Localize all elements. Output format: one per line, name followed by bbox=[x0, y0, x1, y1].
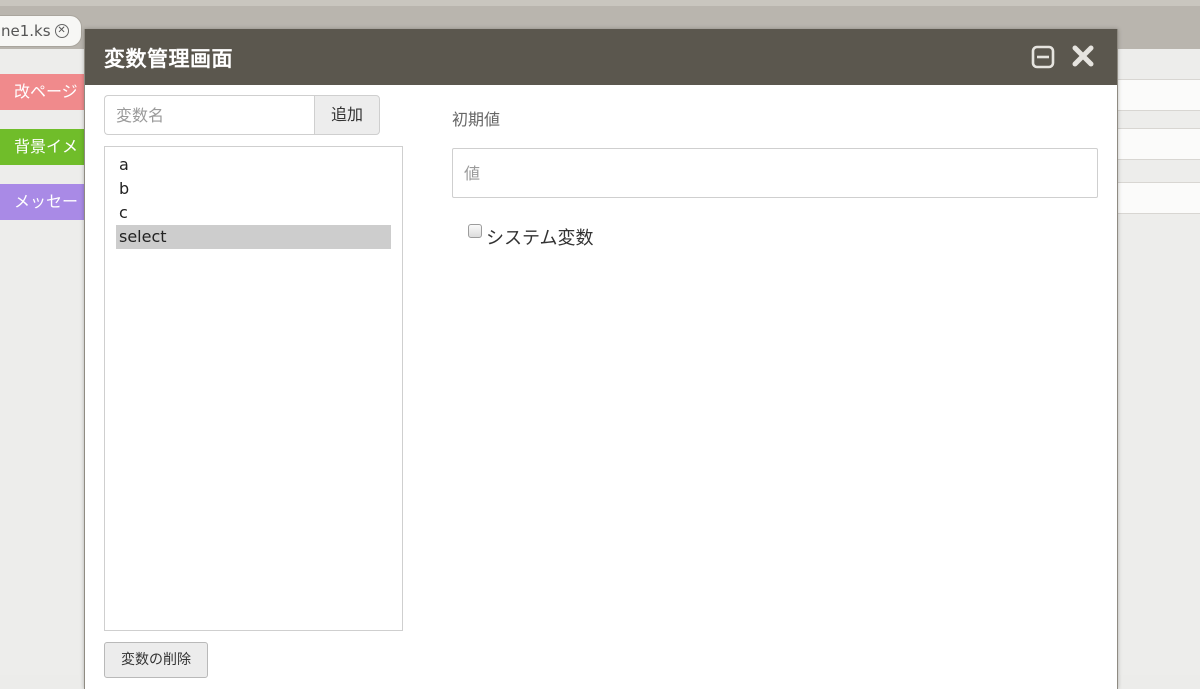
file-tab[interactable]: ne1.ks ✕ bbox=[0, 15, 82, 47]
variable-list-item[interactable]: a bbox=[116, 153, 391, 177]
script-line bbox=[1117, 128, 1200, 160]
variable-list-item-selected[interactable]: select bbox=[116, 225, 391, 249]
cmd-page-break-button[interactable]: 改ページ bbox=[0, 74, 90, 110]
delete-variable-button[interactable]: 変数の削除 bbox=[104, 642, 208, 678]
initial-value-label: 初期値 bbox=[452, 110, 501, 129]
script-line bbox=[1117, 182, 1200, 214]
variable-list-item[interactable]: c bbox=[116, 201, 391, 225]
system-variable-label: システム変数 bbox=[486, 228, 594, 249]
variable-list[interactable]: a b c select bbox=[104, 146, 403, 631]
tab-close-icon[interactable]: ✕ bbox=[54, 24, 69, 38]
system-variable-checkbox[interactable] bbox=[468, 224, 482, 238]
dialog-title: 変数管理画面 bbox=[104, 47, 233, 71]
variable-list-item[interactable]: b bbox=[116, 177, 391, 201]
file-tab-label: ne1.ks bbox=[1, 22, 51, 40]
script-line bbox=[1117, 79, 1200, 111]
dialog-titlebar[interactable]: 変数管理画面 bbox=[85, 29, 1117, 85]
close-icon[interactable] bbox=[1070, 43, 1096, 69]
cmd-message-button[interactable]: メッセー bbox=[0, 184, 90, 220]
initial-value-input[interactable] bbox=[452, 148, 1098, 198]
add-variable-button[interactable]: 追加 bbox=[314, 95, 380, 135]
variable-name-input[interactable] bbox=[104, 95, 314, 135]
variable-manager-dialog: 変数管理画面 追加 a b c select 変数の削除 初期値 システム変数 bbox=[84, 29, 1118, 689]
minimize-icon[interactable] bbox=[1031, 45, 1055, 69]
cmd-background-button[interactable]: 背景イメ bbox=[0, 129, 90, 165]
